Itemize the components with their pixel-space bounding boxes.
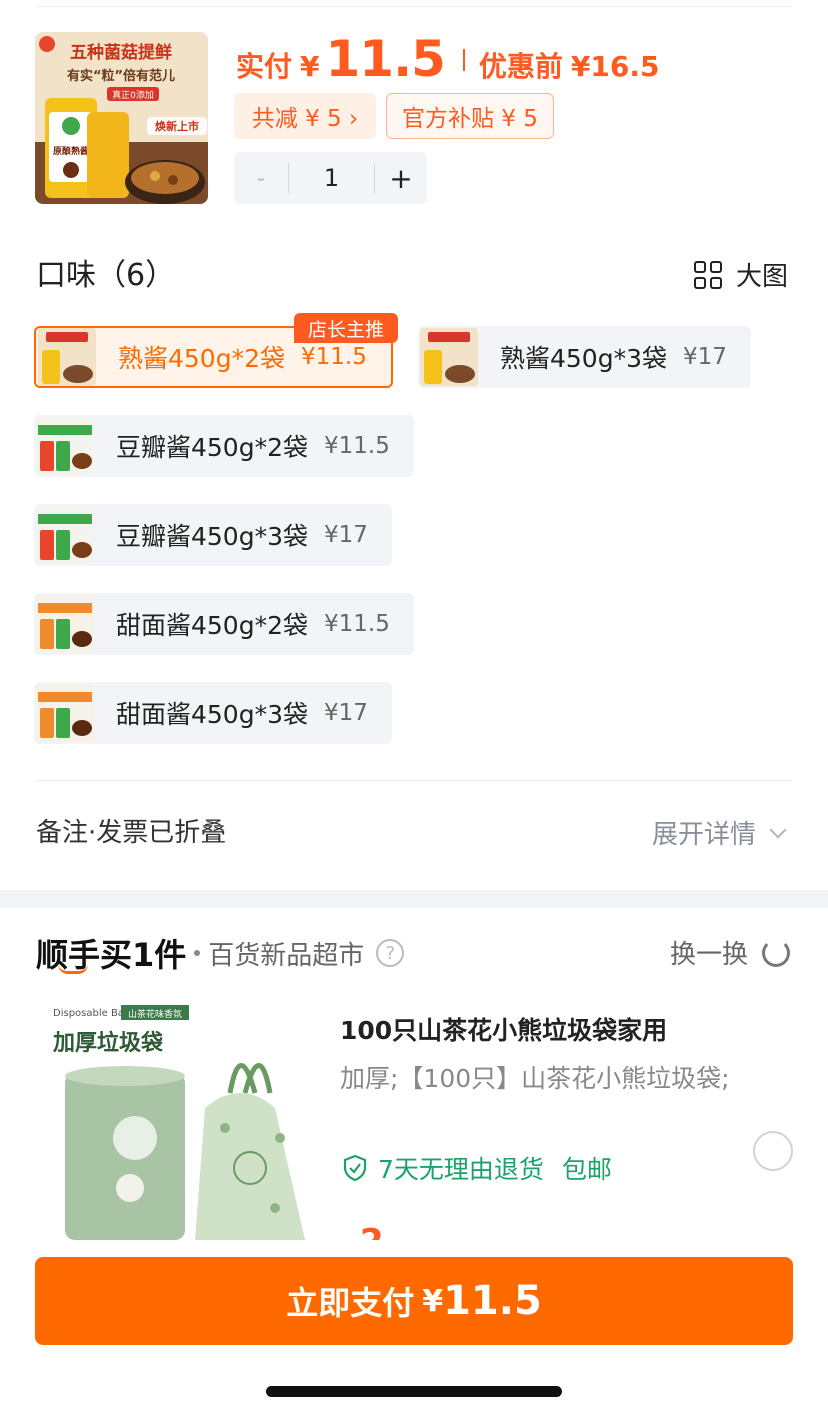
option-thumbnail (36, 595, 94, 653)
option-name: 熟酱450g*2袋 (118, 344, 285, 373)
expand-details-label: 展开详情 (651, 820, 756, 850)
help-icon[interactable]: ? (376, 939, 405, 967)
addon-price: 2 (360, 1222, 384, 1240)
recommend-badge: 店长主推 (294, 313, 398, 343)
option-thumbnail (36, 417, 94, 475)
section-divider (36, 780, 792, 781)
svg-text:Disposable Bag: Disposable Bag (53, 1008, 130, 1019)
price-separator (462, 49, 465, 71)
refresh-icon (762, 938, 790, 967)
flavor-option-doubanjiang-3[interactable]: 豆瓣酱450g*3袋 ¥17 (34, 504, 392, 566)
flavor-option-tianmianjiang-3[interactable]: 甜面酱450g*3袋 ¥17 (34, 682, 392, 744)
return-policy: 7天无理由退货 (378, 1155, 544, 1184)
addon-product-desc: 加厚;【100只】山茶花小熊垃圾袋; (340, 1064, 730, 1093)
addon-product-image[interactable]: Disposable Bag 山茶花味香氛 加厚垃圾袋 (35, 998, 315, 1240)
svg-text:真正0添加: 真正0添加 (112, 89, 154, 101)
addon-service-row: 7天无理由退货 包邮 (342, 1150, 612, 1186)
increase-button[interactable]: + (375, 162, 427, 195)
svg-text:焕新上市: 焕新上市 (155, 119, 199, 133)
large-image-toggle[interactable]: 大图 (693, 256, 788, 293)
product-image[interactable]: 五种菌菇提鲜 有实“粒”倍有范儿 真正0添加 原酿熟酱 焕新上市 (35, 32, 208, 204)
orig-label: 优惠前 (478, 50, 563, 83)
price-row: 实付 ¥ 11.5 优惠前 ¥16.5 (236, 30, 659, 90)
expand-details-button[interactable]: 展开详情 (651, 814, 787, 851)
addon-select-radio[interactable] (753, 1131, 793, 1171)
total-discount-tag[interactable]: 共减 ¥ 5 › (234, 93, 376, 139)
flavor-option-shujiang-3[interactable]: 熟酱450g*3袋 ¥17 (418, 326, 751, 388)
svg-text:山茶花味香氛: 山茶花味香氛 (128, 1008, 182, 1020)
option-price: ¥11.5 (324, 611, 390, 637)
option-thumbnail (38, 328, 96, 386)
flavor-option-tianmianjiang-2[interactable]: 甜面酱450g*2袋 ¥11.5 (34, 593, 414, 655)
grid-icon (693, 260, 722, 289)
quantity-value[interactable]: 1 (288, 163, 375, 193)
option-name: 熟酱450g*3袋 (500, 344, 667, 373)
option-thumbnail (36, 684, 94, 742)
option-name: 甜面酱450g*3袋 (116, 700, 308, 729)
decrease-button[interactable]: - (234, 164, 288, 192)
svg-text:原酿熟酱: 原酿熟酱 (53, 145, 89, 157)
addon-brand: 顺手买1件 (36, 936, 187, 974)
option-price: ¥17 (324, 700, 368, 726)
addon-product-name[interactable]: 100只山茶花小熊垃圾袋家用 (340, 1011, 667, 1047)
swap-button[interactable]: 换一换 (670, 934, 790, 971)
large-image-label: 大图 (735, 262, 788, 292)
svg-text:五种菌菇提鲜: 五种菌菇提鲜 (70, 42, 172, 63)
pay-currency: ¥ (422, 1283, 444, 1319)
free-shipping: 包邮 (561, 1155, 612, 1184)
home-indicator[interactable] (266, 1386, 562, 1397)
separator-dot (194, 950, 201, 956)
pay-label: 立即支付 (286, 1284, 415, 1322)
option-thumbnail (36, 506, 94, 564)
addon-subtitle: 百货新品超市 (208, 940, 365, 971)
option-thumbnail (420, 328, 478, 386)
svg-text:有实“粒”倍有范儿: 有实“粒”倍有范儿 (67, 68, 175, 84)
option-name: 豆瓣酱450g*3袋 (116, 522, 308, 551)
flavor-option-doubanjiang-2[interactable]: 豆瓣酱450g*2袋 ¥11.5 (34, 415, 414, 477)
pay-amount: 11.5 (443, 1278, 542, 1324)
svg-text:加厚垃圾袋: 加厚垃圾袋 (52, 1030, 164, 1056)
chevron-down-icon (769, 821, 787, 838)
section-gap (0, 890, 828, 908)
addon-header: 顺手买1件 百货新品超市 ? (36, 930, 405, 976)
top-divider (36, 6, 792, 7)
pay-now-button[interactable]: 立即支付 ¥ 11.5 (35, 1257, 793, 1345)
notes-invoice-label: 备注·发票已折叠 (36, 818, 227, 848)
option-name: 豆瓣酱450g*2袋 (116, 433, 308, 462)
quantity-stepper: - 1 + (234, 152, 427, 204)
option-name: 甜面酱450g*2袋 (116, 611, 308, 640)
official-subsidy-tag: 官方补贴 ¥ 5 (386, 93, 554, 139)
flavor-title: 口味（6） (36, 258, 176, 293)
option-price: ¥17 (683, 344, 727, 370)
swap-label: 换一换 (669, 940, 748, 970)
paid-label: 实付 (236, 50, 293, 83)
shield-check-icon (343, 1154, 367, 1182)
option-price: ¥11.5 (324, 433, 390, 459)
option-price: ¥17 (324, 522, 368, 548)
option-price: ¥11.5 (301, 344, 367, 370)
orig-price: ¥16.5 (570, 50, 660, 83)
price-currency: ¥ (300, 50, 320, 83)
paid-price: 11.5 (325, 30, 446, 88)
